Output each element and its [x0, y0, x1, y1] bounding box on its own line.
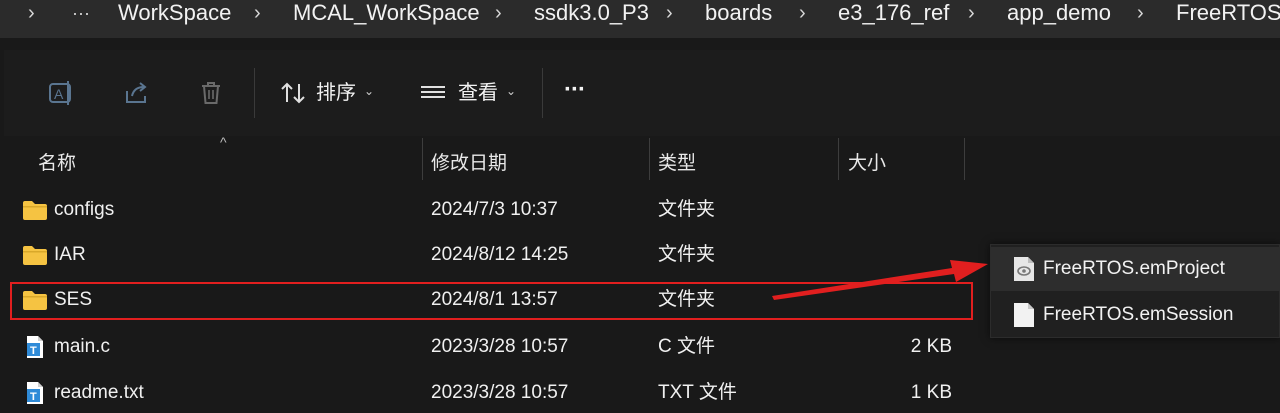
breadcrumb-item-freertos[interactable]: FreeRTOS: [1176, 0, 1280, 26]
file-date: 2024/7/3 10:37: [431, 199, 558, 220]
highlight-box: [10, 282, 973, 320]
column-divider[interactable]: [649, 138, 650, 180]
breadcrumb-chevron-icon[interactable]: ›: [1137, 0, 1144, 26]
file-date: 2024/8/12 14:25: [431, 244, 569, 265]
breadcrumb-overflow-button[interactable]: ···: [72, 0, 90, 26]
emproject-icon: [1014, 257, 1034, 281]
column-header-name[interactable]: 名称: [38, 148, 76, 175]
file-name: configs: [54, 199, 115, 220]
column-header-size[interactable]: 大小: [848, 148, 886, 175]
sort-label: 排序: [316, 82, 356, 104]
chevron-down-icon: ⌄: [506, 84, 517, 98]
folder-icon: [23, 246, 47, 265]
breadcrumb-chevron-icon[interactable]: ›: [799, 0, 806, 26]
text-file-icon: T: [27, 336, 43, 358]
text-file-icon: T: [27, 382, 43, 404]
breadcrumb-item-e3-176-ref[interactable]: e3_176_ref: [838, 0, 949, 26]
file-size: [844, 232, 952, 278]
file-type: 文件夹: [658, 244, 716, 265]
sort-arrows-icon: [278, 78, 308, 108]
document-icon: [1014, 303, 1034, 327]
svg-text:A: A: [54, 86, 64, 102]
breadcrumb-chevron-icon[interactable]: ›: [666, 0, 673, 26]
file-name: main.c: [54, 336, 110, 357]
sort-button[interactable]: 排序 ⌄: [274, 50, 384, 136]
column-header-type[interactable]: 类型: [658, 148, 696, 175]
file-row-readme[interactable]: T readme.txt 2023/3/28 10:57 TXT 文件 1 KB: [4, 370, 1280, 413]
column-header-date[interactable]: 修改日期: [431, 148, 507, 175]
toolbar-divider: [542, 68, 543, 118]
folder-icon: [23, 201, 47, 220]
breadcrumb-item-mcal-workspace[interactable]: MCAL_WorkSpace: [293, 0, 480, 26]
file-type: TXT 文件: [658, 382, 737, 403]
breadcrumb-item-app-demo[interactable]: app_demo: [1007, 0, 1111, 26]
file-row-configs[interactable]: configs 2024/7/3 10:37 文件夹: [4, 187, 1280, 233]
view-button[interactable]: 查看 ⌄: [416, 50, 526, 136]
view-lines-icon: [418, 78, 448, 108]
svg-text:T: T: [30, 391, 37, 403]
share-icon[interactable]: [122, 78, 152, 108]
view-label: 查看: [458, 82, 498, 104]
sort-caret-icon: ^: [220, 134, 227, 150]
file-type: 文件夹: [658, 199, 716, 220]
file-name: IAR: [54, 244, 86, 265]
breadcrumb-chevron-icon[interactable]: ›: [968, 0, 975, 26]
file-size: [844, 187, 952, 233]
popup-item-emsession[interactable]: FreeRTOS.emSession: [991, 293, 1280, 337]
toolbar-divider: [254, 68, 255, 118]
popup-item-emproject[interactable]: FreeRTOS.emProject: [991, 247, 1280, 291]
breadcrumb-item-workspace[interactable]: WorkSpace: [118, 0, 231, 26]
breadcrumb-chevron-icon[interactable]: ›: [495, 0, 502, 26]
breadcrumb-chevron-icon[interactable]: ›: [28, 0, 35, 26]
popup-item-label: FreeRTOS.emProject: [1043, 258, 1225, 279]
chevron-down-icon: ⌄: [364, 84, 375, 98]
column-divider[interactable]: [964, 138, 965, 180]
address-bar[interactable]: › ··· WorkSpace › MCAL_WorkSpace › ssdk3…: [0, 0, 1280, 38]
command-bar: A 排序 ⌄ 查看 ⌄ ···: [4, 50, 1280, 136]
breadcrumb-item-ssdk[interactable]: ssdk3.0_P3: [534, 0, 649, 26]
file-size: 1 KB: [910, 382, 952, 403]
trash-icon[interactable]: [196, 78, 226, 108]
file-size: 2 KB: [910, 336, 952, 357]
breadcrumb-item-boards[interactable]: boards: [705, 0, 772, 26]
ses-contents-popup: FreeRTOS.emProject FreeRTOS.emSession: [990, 244, 1280, 338]
rename-icon[interactable]: A: [46, 78, 76, 108]
file-date: 2023/3/28 10:57: [431, 336, 569, 357]
more-options-button[interactable]: ···: [564, 76, 586, 104]
column-divider[interactable]: [838, 138, 839, 180]
file-name: readme.txt: [54, 382, 144, 403]
svg-text:T: T: [30, 345, 37, 357]
file-type: C 文件: [658, 336, 716, 357]
file-date: 2023/3/28 10:57: [431, 382, 569, 403]
column-header-row: ^ 名称 修改日期 类型 大小: [4, 134, 1280, 180]
column-divider[interactable]: [422, 138, 423, 180]
breadcrumb-chevron-icon[interactable]: ›: [254, 0, 261, 26]
popup-item-label: FreeRTOS.emSession: [1043, 304, 1234, 325]
